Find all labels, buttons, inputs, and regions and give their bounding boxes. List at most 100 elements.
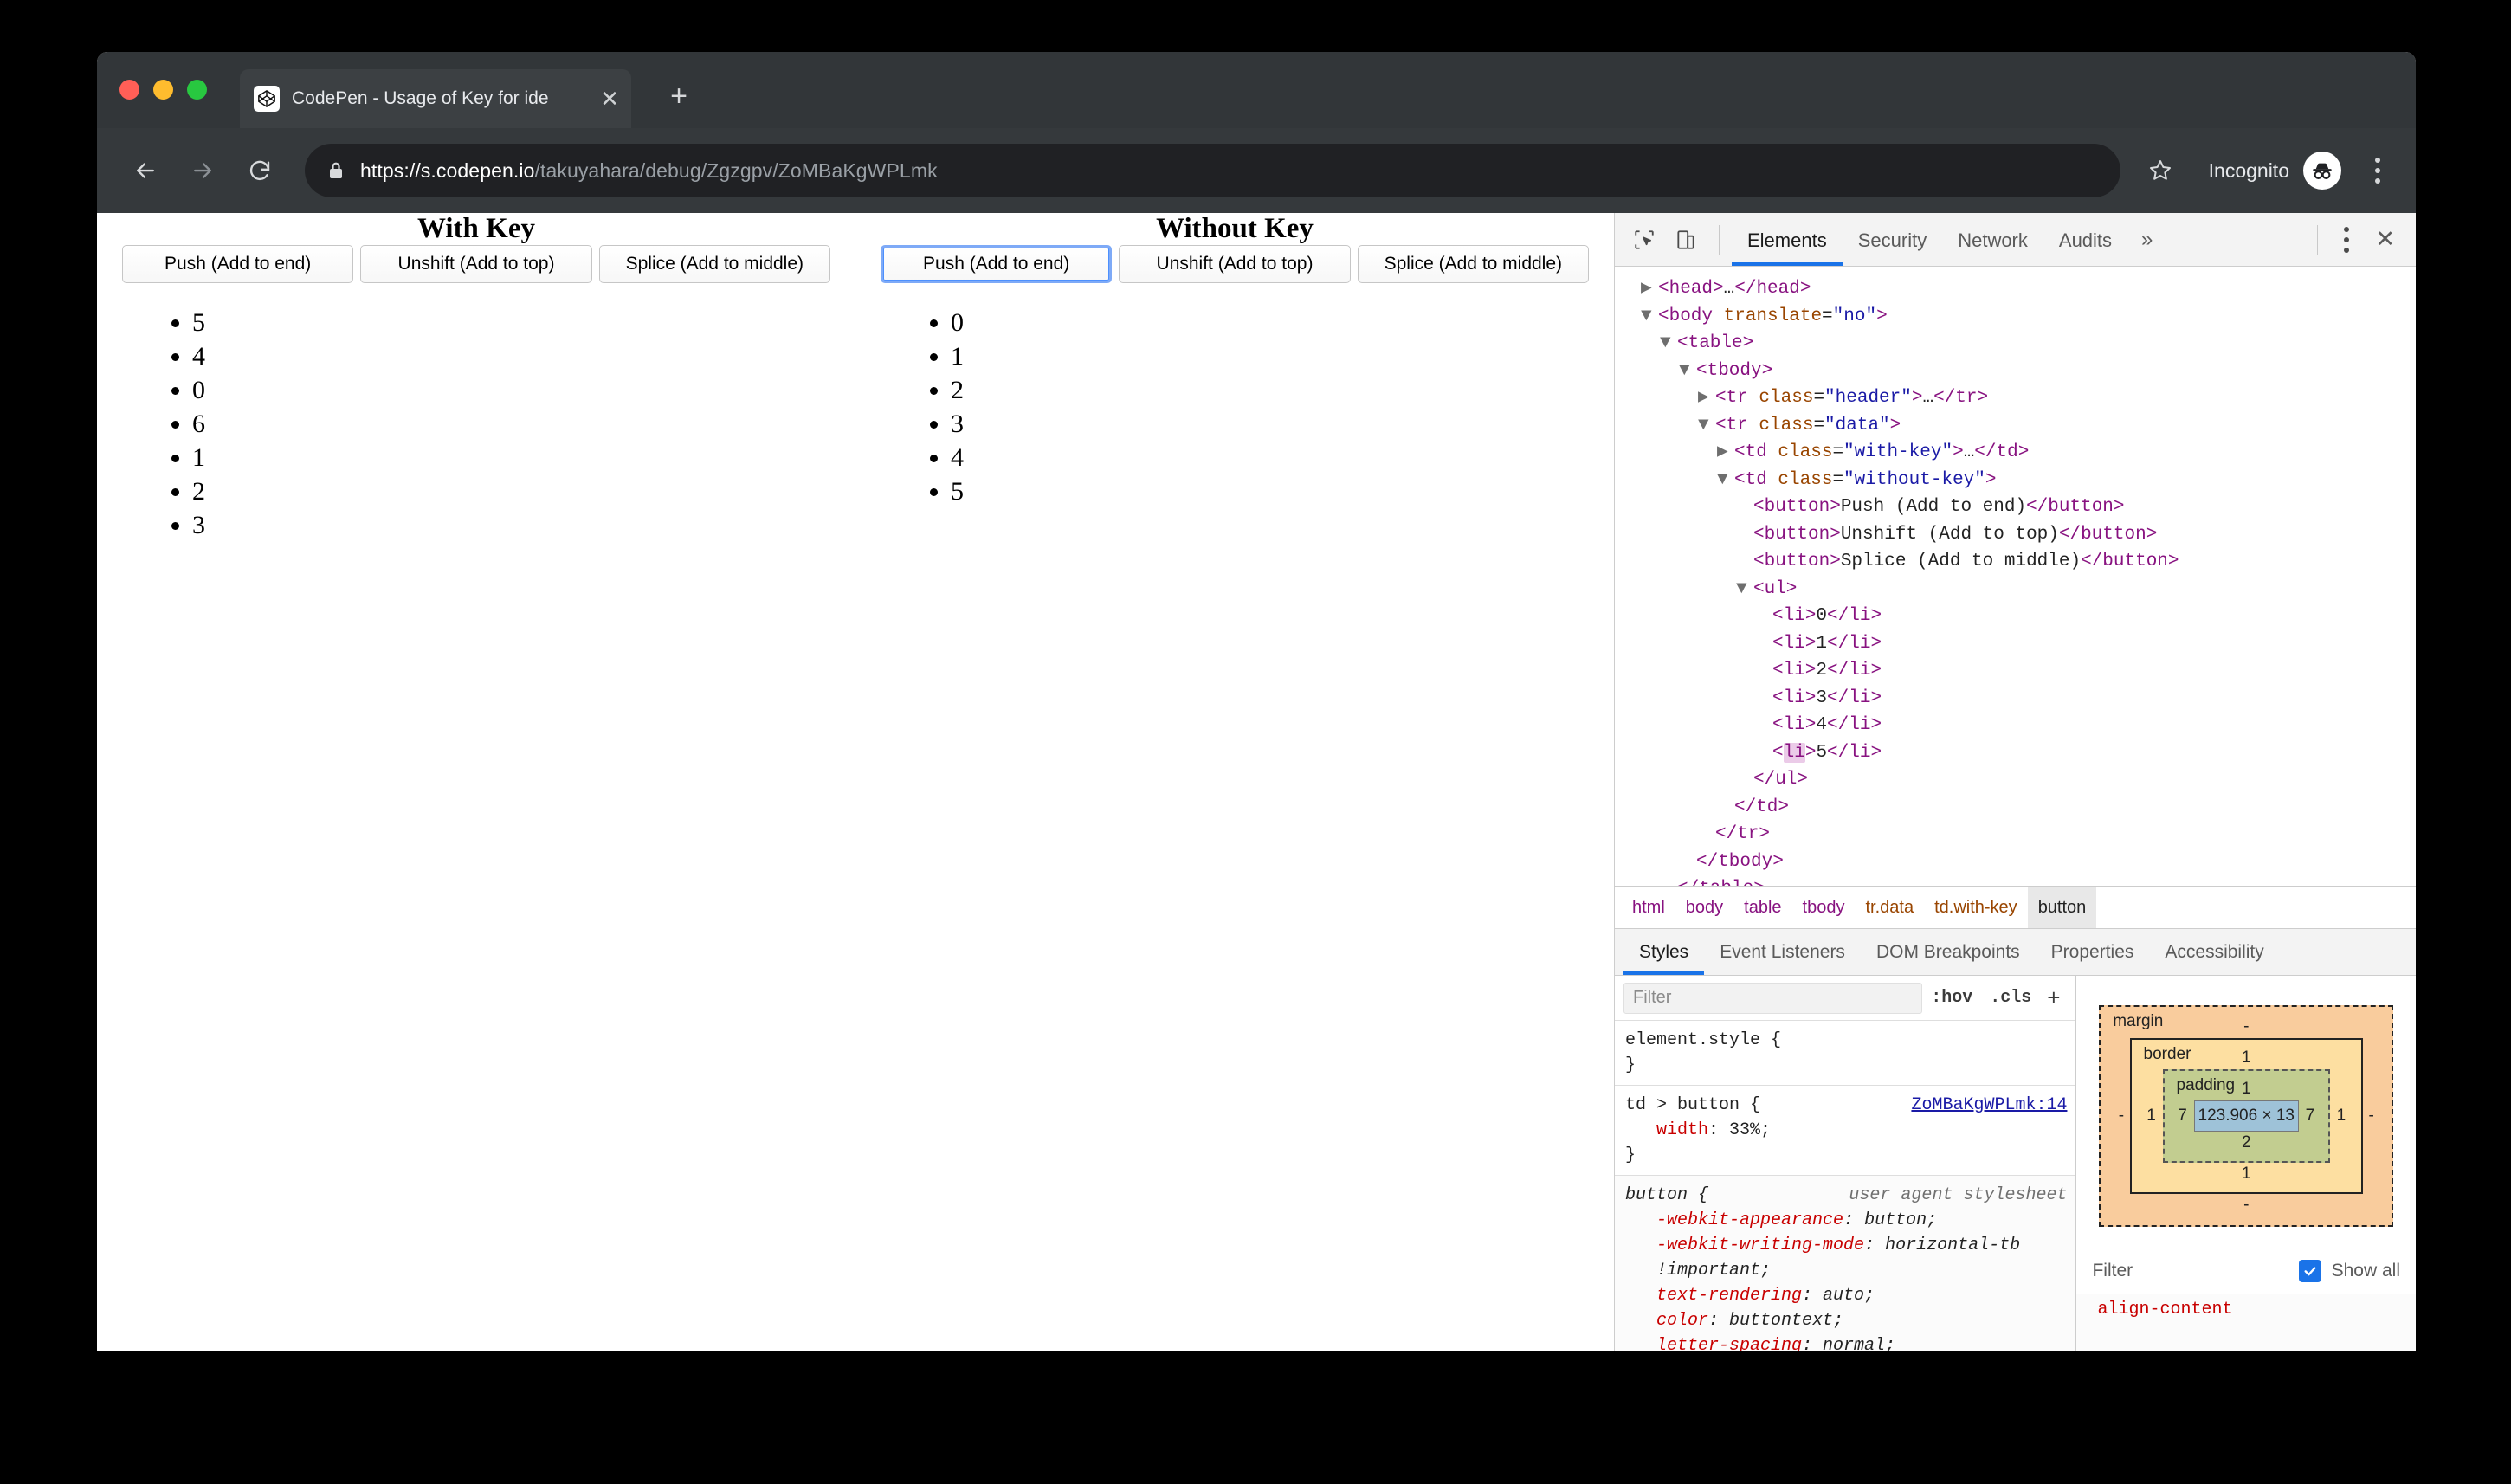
- margin-right-value[interactable]: -: [2363, 1107, 2379, 1126]
- border-left-value[interactable]: 1: [2140, 1107, 2163, 1126]
- dom-tree-node[interactable]: <li>1</li>: [1615, 630, 2416, 658]
- arrow-left-icon[interactable]: [121, 146, 170, 195]
- css-selector[interactable]: button {: [1625, 1183, 1708, 1208]
- maximize-window-button[interactable]: [187, 80, 207, 100]
- hover-state-button[interactable]: :hov: [1922, 988, 1981, 1008]
- css-declaration[interactable]: -webkit-appearance: button;: [1615, 1208, 2075, 1233]
- css-declaration[interactable]: color: buttontext;: [1615, 1308, 2075, 1333]
- computed-property-name[interactable]: align-content: [2097, 1300, 2232, 1319]
- dom-tree-node[interactable]: </tbody>: [1615, 848, 2416, 876]
- dom-tree-node[interactable]: ▼<tr class="data">: [1615, 412, 2416, 440]
- css-declaration[interactable]: width: 33%;: [1615, 1118, 2075, 1143]
- dom-tree-node[interactable]: </table>: [1615, 875, 2416, 886]
- css-declaration[interactable]: -webkit-writing-mode: horizontal-tb: [1615, 1233, 2075, 1258]
- box-model-margin[interactable]: margin - - border 1 1: [2099, 1005, 2393, 1227]
- disclosure-triangle-icon[interactable]: ▶: [1641, 275, 1658, 303]
- close-icon[interactable]: ✕: [2363, 226, 2407, 253]
- styles-filter-input[interactable]: Filter: [1623, 983, 1922, 1014]
- disclosure-triangle-icon[interactable]: ▼: [1698, 412, 1715, 440]
- tab-elements[interactable]: Elements: [1732, 213, 1843, 266]
- dom-tree-node[interactable]: ▼<td class="without-key">: [1615, 467, 2416, 494]
- dom-tree-node[interactable]: <li>5</li>: [1615, 739, 2416, 767]
- padding-bottom-value[interactable]: 2: [2172, 1132, 2321, 1154]
- css-rule[interactable]: element.style {}: [1615, 1021, 2075, 1086]
- padding-right-value[interactable]: 7: [2299, 1107, 2321, 1126]
- padding-left-value[interactable]: 7: [2172, 1107, 2194, 1126]
- disclosure-triangle-icon[interactable]: ▼: [1736, 576, 1753, 603]
- without-key-unshift-button[interactable]: Unshift (Add to top): [1119, 245, 1350, 283]
- breadcrumb-item[interactable]: table: [1733, 887, 1791, 928]
- margin-left-value[interactable]: -: [2113, 1107, 2129, 1126]
- css-declaration[interactable]: text-rendering: auto;: [1615, 1283, 2075, 1308]
- minimize-window-button[interactable]: [153, 80, 173, 100]
- breadcrumb-item[interactable]: html: [1622, 887, 1675, 928]
- disclosure-triangle-icon[interactable]: ▼: [1717, 467, 1734, 494]
- css-selector[interactable]: element.style {: [1625, 1028, 1781, 1053]
- dom-tree-node[interactable]: </td>: [1615, 794, 2416, 822]
- tab-styles[interactable]: Styles: [1623, 929, 1704, 975]
- without-key-push-button[interactable]: Push (Add to end): [881, 245, 1112, 283]
- more-tabs-icon[interactable]: »: [2127, 228, 2166, 252]
- devtools-settings-icon[interactable]: [2330, 227, 2363, 253]
- dom-tree-node[interactable]: <li>3</li>: [1615, 685, 2416, 713]
- tab-accessibility[interactable]: Accessibility: [2149, 929, 2279, 975]
- dom-tree-node[interactable]: <li>0</li>: [1615, 603, 2416, 630]
- dom-tree-node[interactable]: </tr>: [1615, 821, 2416, 848]
- box-model-border[interactable]: border 1 1 padding 1 7: [2130, 1038, 2363, 1194]
- tab-network[interactable]: Network: [1942, 213, 2043, 266]
- tab-dom-breakpoints[interactable]: DOM Breakpoints: [1861, 929, 2036, 975]
- dom-tree-node[interactable]: <li>2</li>: [1615, 657, 2416, 685]
- dom-tree-node[interactable]: </ul>: [1615, 766, 2416, 794]
- css-declaration[interactable]: letter-spacing: normal;: [1615, 1333, 2075, 1351]
- address-bar[interactable]: https://s.codepen.io/takuyahara/debug/Zg…: [305, 144, 2120, 197]
- dom-tree-node[interactable]: ▶<tr class="header">…</tr>: [1615, 384, 2416, 412]
- kebab-menu-icon[interactable]: [2360, 158, 2395, 184]
- disclosure-triangle-icon[interactable]: ▼: [1660, 330, 1677, 358]
- browser-tab[interactable]: CodePen - Usage of Key for ide ✕: [240, 69, 631, 128]
- border-bottom-value[interactable]: 1: [2140, 1163, 2353, 1185]
- breadcrumb-item[interactable]: body: [1675, 887, 1733, 928]
- with-key-unshift-button[interactable]: Unshift (Add to top): [360, 245, 591, 283]
- dom-tree-node[interactable]: <button>Unshift (Add to top)</button>: [1615, 521, 2416, 549]
- device-toolbar-icon[interactable]: [1665, 219, 1707, 261]
- dom-tree-node[interactable]: ▼<tbody>: [1615, 358, 2416, 385]
- css-declaration[interactable]: !important;: [1615, 1258, 2075, 1283]
- border-right-value[interactable]: 1: [2330, 1107, 2353, 1126]
- tab-security[interactable]: Security: [1843, 213, 1942, 266]
- dom-tree-node[interactable]: ▶<td class="with-key">…</td>: [1615, 439, 2416, 467]
- dom-tree-node[interactable]: ▶<head>…</head>: [1615, 275, 2416, 303]
- tab-event-listeners[interactable]: Event Listeners: [1704, 929, 1861, 975]
- dom-tree[interactable]: ▶<head>…</head>▼<body translate="no">▼<t…: [1615, 267, 2416, 886]
- box-model-content-size[interactable]: 123.906 × 13: [2194, 1100, 2299, 1132]
- computed-filter-input[interactable]: Filter: [2092, 1261, 2133, 1281]
- new-style-rule-button[interactable]: +: [2040, 984, 2067, 1011]
- dom-tree-node[interactable]: <button>Push (Add to end)</button>: [1615, 494, 2416, 521]
- breadcrumb-item[interactable]: tbody: [1792, 887, 1856, 928]
- tab-properties[interactable]: Properties: [2036, 929, 2150, 975]
- disclosure-triangle-icon[interactable]: ▶: [1698, 384, 1715, 412]
- show-all-label[interactable]: Show all: [2332, 1261, 2400, 1281]
- disclosure-triangle-icon[interactable]: ▼: [1641, 303, 1658, 331]
- css-rule[interactable]: td > button {ZoMBaKgWPLmk:14width: 33%;}: [1615, 1086, 2075, 1176]
- reload-icon[interactable]: [236, 146, 284, 195]
- profile-label[interactable]: Incognito: [2209, 159, 2289, 183]
- dom-tree-node[interactable]: <li>4</li>: [1615, 712, 2416, 739]
- css-selector[interactable]: td > button {: [1625, 1093, 1760, 1118]
- inspect-cursor-icon[interactable]: [1623, 219, 1665, 261]
- with-key-push-button[interactable]: Push (Add to end): [122, 245, 353, 283]
- incognito-icon[interactable]: [2303, 152, 2341, 190]
- margin-bottom-value[interactable]: -: [2113, 1194, 2379, 1216]
- disclosure-triangle-icon[interactable]: ▼: [1679, 358, 1696, 385]
- disclosure-triangle-icon[interactable]: ▶: [1717, 439, 1734, 467]
- close-icon[interactable]: ✕: [600, 87, 619, 110]
- with-key-splice-button[interactable]: Splice (Add to middle): [599, 245, 830, 283]
- breadcrumb-item[interactable]: button: [2028, 887, 2097, 928]
- dom-tree-node[interactable]: ▼<ul>: [1615, 576, 2416, 603]
- class-editor-button[interactable]: .cls: [1981, 988, 2040, 1008]
- arrow-right-icon[interactable]: [178, 146, 227, 195]
- css-rule-origin[interactable]: ZoMBaKgWPLmk:14: [1911, 1093, 2067, 1118]
- close-window-button[interactable]: [119, 80, 139, 100]
- css-rule[interactable]: button {user agent stylesheet-webkit-app…: [1615, 1176, 2075, 1351]
- new-tab-button[interactable]: +: [660, 78, 698, 116]
- without-key-splice-button[interactable]: Splice (Add to middle): [1358, 245, 1589, 283]
